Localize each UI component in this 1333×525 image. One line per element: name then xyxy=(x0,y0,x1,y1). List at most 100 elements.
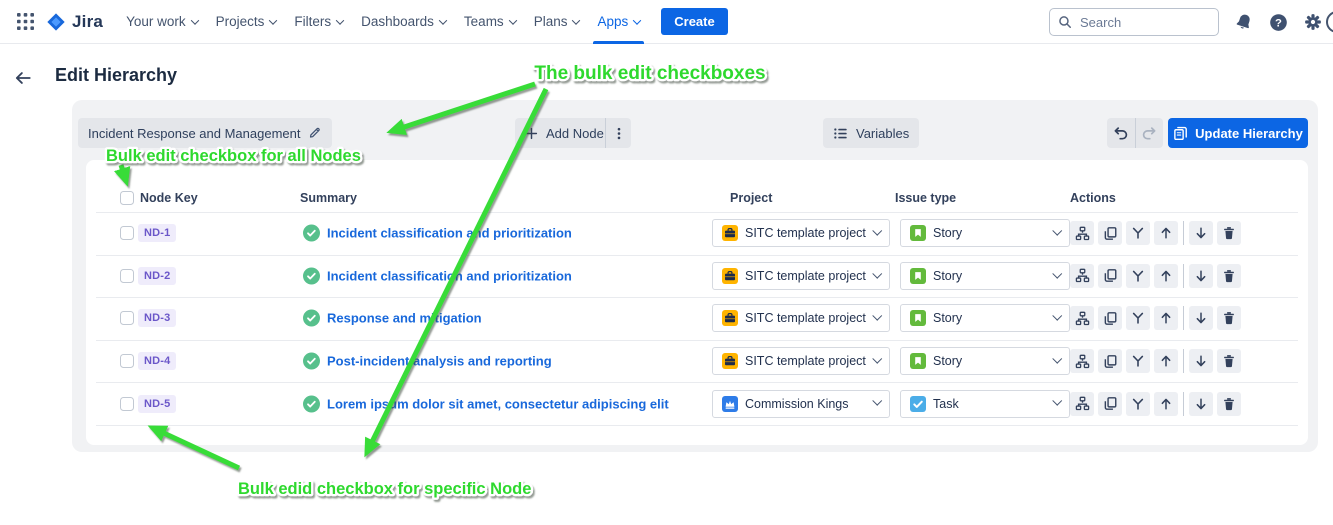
settings-gear-icon[interactable] xyxy=(1304,13,1322,31)
jira-logo[interactable]: Jira xyxy=(46,12,103,32)
move-down-button[interactable] xyxy=(1189,349,1213,373)
add-child-node-button[interactable] xyxy=(1070,221,1094,245)
issue-type-select[interactable]: Task xyxy=(900,390,1070,418)
copy-node-button[interactable] xyxy=(1098,392,1122,416)
issue-type-select[interactable]: Story xyxy=(900,262,1070,290)
add-node-button[interactable]: Add Node xyxy=(515,118,614,148)
hierarchy-title-chip[interactable]: Incident Response and Management xyxy=(78,118,332,148)
actions-divider xyxy=(1183,306,1184,330)
branch-node-button[interactable] xyxy=(1126,349,1150,373)
chevron-down-icon xyxy=(1052,311,1061,320)
chevron-down-icon xyxy=(508,16,516,24)
issue-type-select[interactable]: Story xyxy=(900,347,1070,375)
nav-item-projects[interactable]: Projects xyxy=(207,0,286,44)
add-child-node-button[interactable] xyxy=(1070,264,1094,288)
branch-node-button[interactable] xyxy=(1126,221,1150,245)
delete-node-button[interactable] xyxy=(1217,349,1241,373)
arrow-down-icon xyxy=(1194,269,1208,283)
move-up-button[interactable] xyxy=(1154,264,1178,288)
add-child-node-button[interactable] xyxy=(1070,349,1094,373)
project-select[interactable]: SITC template project xyxy=(712,304,890,332)
search-input[interactable] xyxy=(1049,8,1219,36)
back-button[interactable] xyxy=(14,69,32,87)
nav-item-plans[interactable]: Plans xyxy=(525,0,589,44)
chevron-down-icon xyxy=(439,16,447,24)
project-briefcase-icon xyxy=(722,225,738,241)
actions-divider xyxy=(1183,221,1184,245)
issue-type-select[interactable]: Story xyxy=(900,304,1070,332)
summary-link[interactable]: Lorem ipsum dolor sit amet, consectetur … xyxy=(327,396,669,411)
move-down-button[interactable] xyxy=(1189,264,1213,288)
help-icon[interactable]: ? xyxy=(1269,13,1288,32)
nodes-table: Node Key Summary Project Issue type Acti… xyxy=(86,160,1308,445)
row-checkbox[interactable] xyxy=(120,226,134,240)
move-up-button[interactable] xyxy=(1154,221,1178,245)
story-type-icon xyxy=(910,310,926,326)
hierarchy-name: Incident Response and Management xyxy=(88,126,300,141)
copy-node-button[interactable] xyxy=(1098,221,1122,245)
select-all-checkbox[interactable] xyxy=(120,191,134,205)
table-row: ND-2 Incident classification and priorit… xyxy=(86,255,1308,298)
row-checkbox[interactable] xyxy=(120,269,134,283)
row-checkbox[interactable] xyxy=(120,397,134,411)
move-up-button[interactable] xyxy=(1154,392,1178,416)
table-row: ND-1 Incident classification and priorit… xyxy=(86,212,1308,255)
chevron-down-icon xyxy=(872,354,881,363)
move-down-button[interactable] xyxy=(1189,306,1213,330)
variables-button[interactable]: Variables xyxy=(823,118,919,148)
notifications-bell-icon[interactable] xyxy=(1235,13,1253,31)
delete-node-button[interactable] xyxy=(1217,306,1241,330)
actions-divider xyxy=(1183,264,1184,288)
status-check-icon xyxy=(303,267,320,284)
nav-menu: Your workProjectsFiltersDashboardsTeamsP… xyxy=(117,0,649,44)
project-select[interactable]: SITC template project xyxy=(712,262,890,290)
trash-icon xyxy=(1222,311,1236,325)
nav-item-apps[interactable]: Apps xyxy=(588,0,649,44)
edit-pencil-icon[interactable] xyxy=(308,126,322,140)
table-row: ND-3 Response and mitigation SITC templa… xyxy=(86,297,1308,340)
update-hierarchy-button[interactable]: Update Hierarchy xyxy=(1168,118,1308,148)
move-up-button[interactable] xyxy=(1154,349,1178,373)
summary-link[interactable]: Incident classification and prioritizati… xyxy=(327,226,572,241)
issue-type-select[interactable]: Story xyxy=(900,219,1070,247)
copy-icon xyxy=(1103,396,1118,411)
sitemap-icon xyxy=(1075,311,1090,326)
project-select[interactable]: SITC template project xyxy=(712,219,890,247)
move-down-button[interactable] xyxy=(1189,221,1213,245)
delete-node-button[interactable] xyxy=(1217,392,1241,416)
move-down-button[interactable] xyxy=(1189,392,1213,416)
delete-node-button[interactable] xyxy=(1217,221,1241,245)
summary-link[interactable]: Response and mitigation xyxy=(327,311,482,326)
undo-button[interactable] xyxy=(1107,118,1135,148)
chevron-down-icon xyxy=(190,16,198,24)
chevron-down-icon xyxy=(1052,268,1061,277)
copy-node-button[interactable] xyxy=(1098,264,1122,288)
move-up-button[interactable] xyxy=(1154,306,1178,330)
nav-item-teams[interactable]: Teams xyxy=(455,0,525,44)
summary-link[interactable]: Incident classification and prioritizati… xyxy=(327,268,572,283)
delete-node-button[interactable] xyxy=(1217,264,1241,288)
row-checkbox[interactable] xyxy=(120,354,134,368)
nav-item-your-work[interactable]: Your work xyxy=(117,0,207,44)
sitemap-icon xyxy=(1075,396,1090,411)
copy-node-button[interactable] xyxy=(1098,306,1122,330)
row-actions xyxy=(1070,306,1241,330)
project-select-value: Commission Kings xyxy=(745,397,867,411)
row-checkbox[interactable] xyxy=(120,311,134,325)
create-button[interactable]: Create xyxy=(661,8,727,35)
branch-node-button[interactable] xyxy=(1126,306,1150,330)
more-options-button[interactable] xyxy=(607,118,631,148)
project-select[interactable]: Commission Kings xyxy=(712,390,890,418)
top-navigation: Jira Your workProjectsFiltersDashboardsT… xyxy=(0,0,1333,44)
project-select[interactable]: SITC template project xyxy=(712,347,890,375)
summary-link[interactable]: Post-incident analysis and reporting xyxy=(327,354,552,369)
add-child-node-button[interactable] xyxy=(1070,392,1094,416)
branch-node-button[interactable] xyxy=(1126,264,1150,288)
nav-item-filters[interactable]: Filters xyxy=(285,0,352,44)
copy-node-button[interactable] xyxy=(1098,349,1122,373)
nav-item-dashboards[interactable]: Dashboards xyxy=(352,0,455,44)
branch-node-button[interactable] xyxy=(1126,392,1150,416)
app-switcher-icon[interactable] xyxy=(12,0,38,44)
redo-button[interactable] xyxy=(1136,118,1164,148)
add-child-node-button[interactable] xyxy=(1070,306,1094,330)
